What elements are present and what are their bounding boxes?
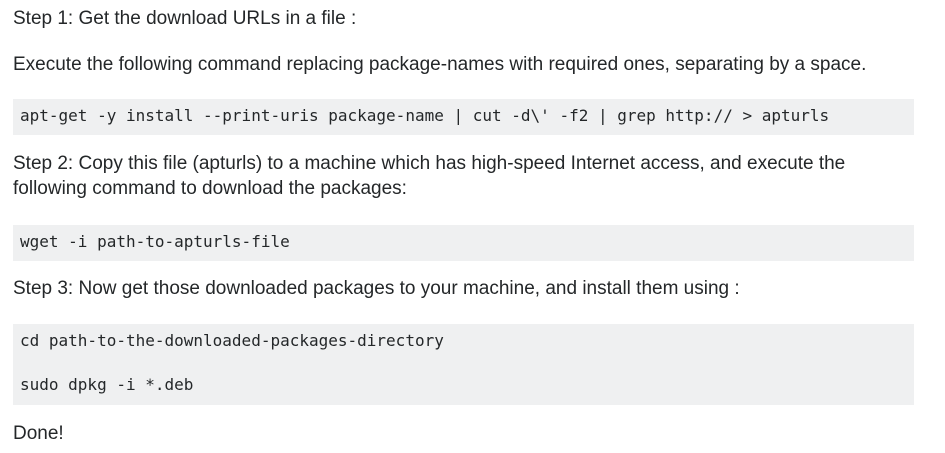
step1-description: Execute the following command replacing … (13, 54, 867, 75)
step3-code-block[interactable]: cd path-to-the-downloaded-packages-direc… (13, 324, 914, 405)
step3-code-line-1: cd path-to-the-downloaded-packages-direc… (20, 331, 444, 350)
step2-description-line2: following command to download the packag… (13, 178, 407, 199)
step2-description-line1: Step 2: Copy this file (apturls) to a ma… (13, 153, 846, 174)
step1-code-block[interactable]: apt-get -y install --print-uris package-… (13, 99, 914, 135)
step2-code-block[interactable]: wget -i path-to-apturls-file (13, 225, 914, 261)
step1-heading: Step 1: Get the download URLs in a file … (13, 8, 357, 29)
step3-heading: Step 3: Now get those downloaded package… (13, 278, 740, 299)
step3-code-line-2: sudo dpkg -i *.deb (20, 375, 194, 394)
step1-code-line: apt-get -y install --print-uris package-… (20, 106, 830, 125)
done-text: Done! (13, 423, 64, 444)
step2-code-line: wget -i path-to-apturls-file (20, 232, 290, 251)
